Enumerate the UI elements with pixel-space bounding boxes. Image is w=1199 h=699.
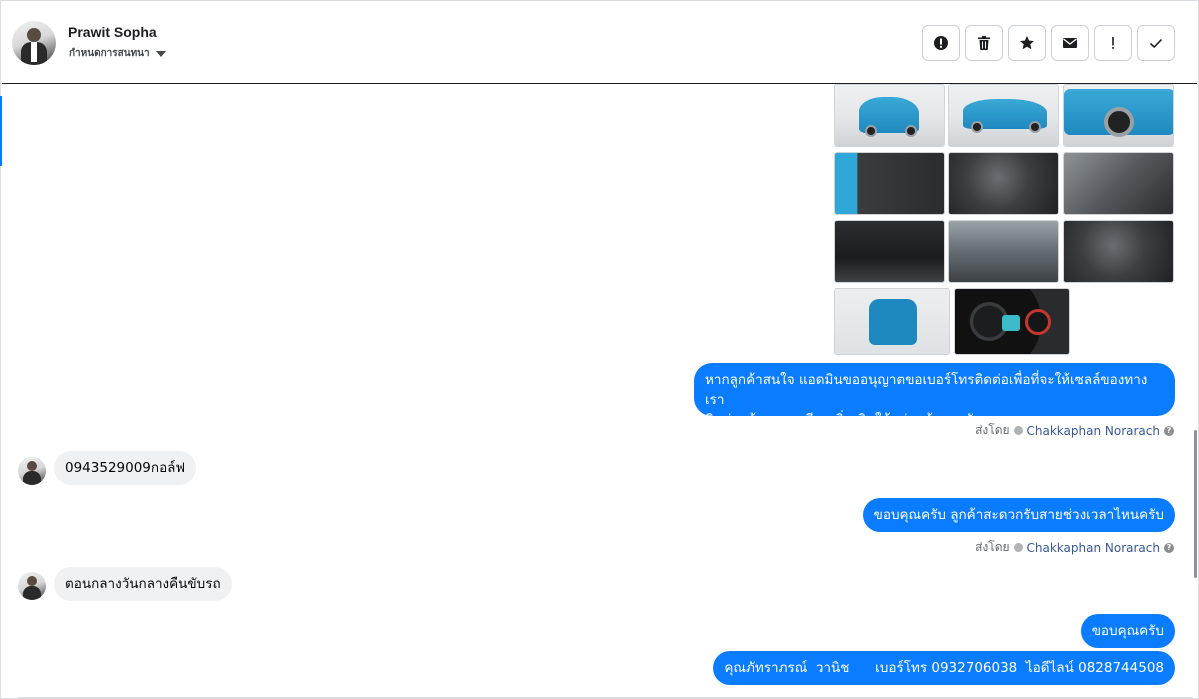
photo-car-rear[interactable] xyxy=(834,84,945,147)
outgoing-message: ขอบคุณครับ ลูกค้าสะดวกรับสายช่วงเวลาไหนค… xyxy=(862,498,1175,532)
incoming-message: ตอนกลางวันกลางคืนขับรถ xyxy=(54,567,232,601)
contact-avatar-small[interactable] xyxy=(18,572,46,600)
photo-steering-wheel[interactable] xyxy=(948,152,1059,215)
photo-car-side[interactable] xyxy=(948,84,1059,147)
conversation-toolbar xyxy=(922,25,1175,61)
help-icon[interactable]: ? xyxy=(1164,425,1174,436)
contact-name[interactable]: Prawit Sopha xyxy=(68,24,157,40)
left-focus-indicator xyxy=(0,96,2,166)
star-icon xyxy=(1020,36,1034,50)
envelope-icon xyxy=(1063,38,1077,48)
photo-gear-shift[interactable] xyxy=(1063,152,1174,215)
photo-open-trunk[interactable] xyxy=(834,288,950,355)
photo-dashboard[interactable] xyxy=(834,220,945,283)
assign-conversation-label: กำหนดการสนทนา xyxy=(69,48,150,59)
follow-up-button[interactable] xyxy=(1094,25,1132,61)
verified-icon xyxy=(1013,426,1023,435)
photo-instrument-cluster[interactable] xyxy=(954,288,1070,355)
sent-by-label: ส่งโดย xyxy=(975,540,1010,554)
checkmark-icon xyxy=(1149,38,1163,49)
sent-by-label: ส่งโดย xyxy=(975,423,1010,437)
verified-icon xyxy=(1013,543,1023,552)
contact-avatar-small[interactable] xyxy=(18,457,46,485)
photo-rear-seats[interactable] xyxy=(948,220,1059,283)
caret-down-icon xyxy=(155,50,166,57)
trash-icon xyxy=(978,36,990,50)
photo-front-seats[interactable] xyxy=(1063,220,1174,283)
sent-by-author[interactable]: Chakkaphan Norarach xyxy=(1027,424,1160,438)
sent-by-note: ส่งโดย Chakkaphan Norarach ? xyxy=(975,538,1174,557)
conversation-header: Prawit Sopha กำหนดการสนทนา xyxy=(2,4,1197,84)
scrollbar-thumb[interactable] xyxy=(1194,430,1197,578)
assign-conversation-dropdown[interactable]: กำหนดการสนทนา xyxy=(69,46,166,61)
delete-button[interactable] xyxy=(965,25,1003,61)
sent-by-author[interactable]: Chakkaphan Norarach xyxy=(1027,541,1160,555)
message-line: หากลูกค้าสนใจ แอดมินขออนุญาตขอเบอร์โทรติ… xyxy=(705,372,1148,408)
help-icon[interactable]: ? xyxy=(1164,542,1174,553)
outgoing-message: หากลูกค้าสนใจ แอดมินขออนุญาตขอเบอร์โทรติ… xyxy=(694,363,1175,428)
outgoing-message: ขอบคุณครับ xyxy=(1080,614,1175,648)
done-button[interactable] xyxy=(1137,25,1175,61)
contact-avatar[interactable] xyxy=(12,21,56,65)
exclamation-icon xyxy=(1112,37,1114,49)
spam-button[interactable] xyxy=(922,25,960,61)
mark-unread-button[interactable] xyxy=(1051,25,1089,61)
incoming-message: 0943529009กอล์ฟ xyxy=(54,451,197,485)
photo-door-interior[interactable] xyxy=(834,152,945,215)
sent-by-note: ส่งโดย Chakkaphan Norarach ? xyxy=(975,421,1174,440)
star-button[interactable] xyxy=(1008,25,1046,61)
photo-car-wheel[interactable] xyxy=(1063,84,1174,147)
outgoing-message: คุณภัทราภรณ์ วานิช เบอร์โทร 0932706038 ไ… xyxy=(713,651,1175,685)
alert-circle-icon xyxy=(934,36,948,50)
composer-divider xyxy=(18,697,1193,698)
